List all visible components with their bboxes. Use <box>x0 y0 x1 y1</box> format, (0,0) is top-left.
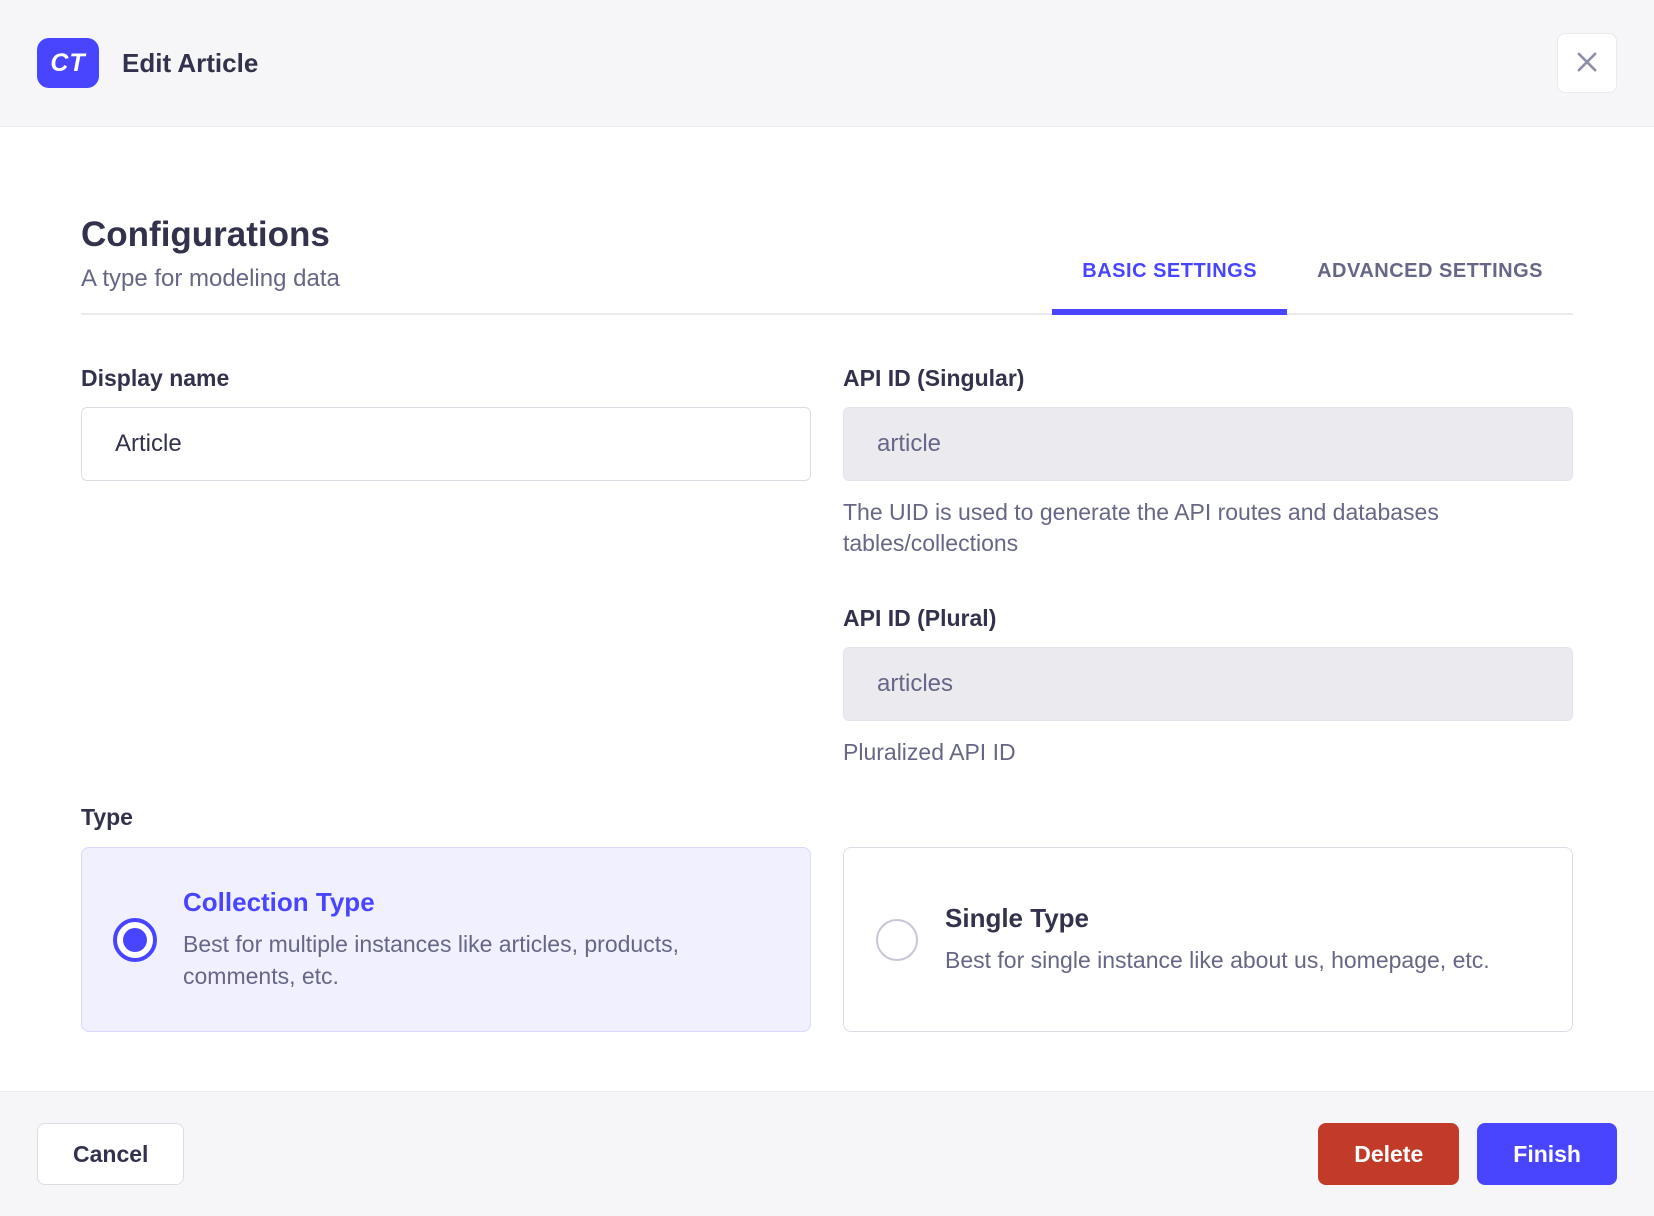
display-name-label: Display name <box>81 365 230 391</box>
api-id-singular-label: API ID (Singular) <box>843 365 1025 391</box>
single-type-description: Best for single instance like about us, … <box>945 947 1490 974</box>
content-type-badge: CT <box>37 38 99 88</box>
radio-single-type[interactable] <box>876 918 918 961</box>
config-heading-block: Configurations A type for modeling data <box>81 215 340 313</box>
collection-type-card[interactable]: Collection Type Best for multiple instan… <box>81 847 811 1033</box>
close-icon <box>1573 48 1601 79</box>
api-id-plural-input <box>843 647 1573 722</box>
api-id-singular-input <box>843 407 1573 481</box>
config-title: Configurations <box>81 215 330 254</box>
api-id-singular-field-group: API ID (Singular) The UID is used to gen… <box>843 365 1573 559</box>
collection-type-text: Collection Type Best for multiple instan… <box>183 887 741 992</box>
single-type-text: Single Type Best for single instance lik… <box>945 903 1490 976</box>
api-id-plural-label: API ID (Plural) <box>843 605 997 632</box>
close-button[interactable] <box>1557 33 1617 93</box>
type-options: Collection Type Best for multiple instan… <box>81 847 1573 1033</box>
collection-type-description: Best for multiple instances like article… <box>183 930 679 990</box>
config-subtitle: A type for modeling data <box>81 265 340 292</box>
type-section: Type Collection Type Best for multiple i… <box>81 804 1573 1033</box>
type-label: Type <box>81 804 133 831</box>
api-id-singular-helper: The UID is used to generate the API rout… <box>843 499 1439 557</box>
radio-collection-type[interactable] <box>113 917 157 962</box>
api-id-plural-helper: Pluralized API ID <box>843 739 1016 766</box>
form-column-right: API ID (Singular) The UID is used to gen… <box>843 365 1573 768</box>
display-name-input[interactable] <box>81 407 811 481</box>
config-header: Configurations A type for modeling data … <box>81 215 1573 315</box>
single-type-title: Single Type <box>945 903 1089 934</box>
finish-button[interactable]: Finish <box>1477 1123 1617 1185</box>
form-column-left: Display name <box>81 365 811 768</box>
delete-button[interactable]: Delete <box>1318 1123 1460 1185</box>
display-name-field-group: Display name <box>81 365 811 481</box>
tab-basic-settings[interactable]: BASIC SETTINGS <box>1052 260 1287 315</box>
settings-tabs: BASIC SETTINGS ADVANCED SETTINGS <box>1052 260 1573 315</box>
modal-header: CT Edit Article <box>0 0 1654 127</box>
edit-content-type-modal: CT Edit Article Configurations A type fo… <box>0 0 1654 1216</box>
collection-type-title: Collection Type <box>183 886 375 917</box>
cancel-button[interactable]: Cancel <box>37 1123 185 1185</box>
api-id-plural-field-group: API ID (Plural) Pluralized API ID <box>843 605 1573 768</box>
modal-body: Configurations A type for modeling data … <box>0 127 1654 1091</box>
configuration-form: Display name API ID (Singular) The UID i… <box>81 365 1573 768</box>
content-type-badge-label: CT <box>50 48 86 77</box>
modal-footer: Cancel Delete Finish <box>0 1091 1654 1216</box>
tab-advanced-settings[interactable]: ADVANCED SETTINGS <box>1287 260 1573 313</box>
modal-title: Edit Article <box>122 47 259 78</box>
single-type-card[interactable]: Single Type Best for single instance lik… <box>843 847 1573 1033</box>
